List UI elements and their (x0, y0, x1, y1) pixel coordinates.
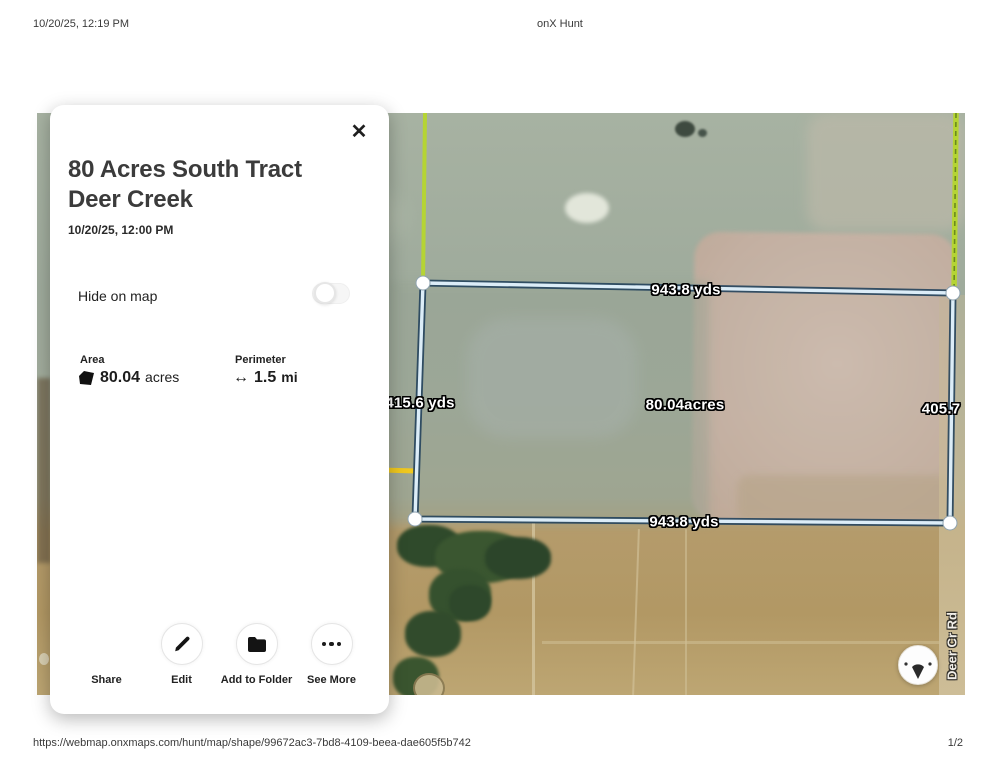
area-unit: acres (145, 369, 180, 385)
add-to-folder-label: Add to Folder (220, 674, 293, 686)
close-button[interactable]: ✕ (344, 117, 374, 147)
perimeter-value: 1.5 (254, 369, 277, 386)
edit-button[interactable]: Edit (144, 623, 219, 687)
measurement-bottom-edge: 943.8 yds (649, 513, 719, 531)
share-label: Share (91, 674, 122, 686)
edit-label: Edit (171, 674, 192, 686)
measurement-top-edge: 943.8 yds (651, 281, 721, 299)
measurement-right-edge: 405.7 (921, 400, 961, 418)
road-line-green-left (421, 113, 427, 285)
print-datetime: 10/20/25, 12:19 PM (33, 18, 130, 30)
hide-on-map-label: Hide on map (78, 288, 158, 304)
measurement-left-edge: 415.6 yds (385, 394, 455, 412)
share-icon (85, 623, 128, 665)
action-bar: Share Edit Add to Folder See More (69, 623, 369, 687)
shape-title: 80 Acres South Tract Deer Creek (68, 156, 302, 213)
perimeter-arrow-icon: ↔ (233, 369, 249, 386)
see-more-button[interactable]: See More (294, 623, 369, 687)
pencil-icon (174, 636, 189, 652)
folder-icon (247, 636, 266, 652)
area-label: Area (80, 354, 105, 366)
shape-detail-card: ✕ 80 Acres South Tract Deer Creek 10/20/… (50, 105, 389, 714)
map-compass-button[interactable] (898, 645, 938, 685)
ellipsis-icon (321, 641, 342, 647)
perimeter-unit: mi (281, 369, 298, 385)
shape-timestamp: 10/20/25, 12:00 PM (68, 223, 174, 237)
see-more-label: See More (307, 674, 356, 686)
print-page-number: 1/2 (947, 737, 963, 749)
road-name-label: Deer Cr Rd (944, 612, 960, 680)
add-to-folder-button[interactable]: Add to Folder (219, 623, 294, 687)
perimeter-label: Perimeter (235, 354, 286, 366)
toggle-knob (314, 282, 336, 304)
measurement-area: 80.04acres (645, 396, 725, 414)
print-url: https://webmap.onxmaps.com/hunt/map/shap… (33, 737, 471, 749)
share-button[interactable]: Share (69, 623, 144, 687)
print-title: onX Hunt (537, 18, 583, 30)
hide-on-map-toggle[interactable] (312, 282, 350, 304)
area-value: 80.04 (100, 369, 141, 386)
compass-icon (904, 662, 932, 679)
area-icon (79, 370, 94, 385)
